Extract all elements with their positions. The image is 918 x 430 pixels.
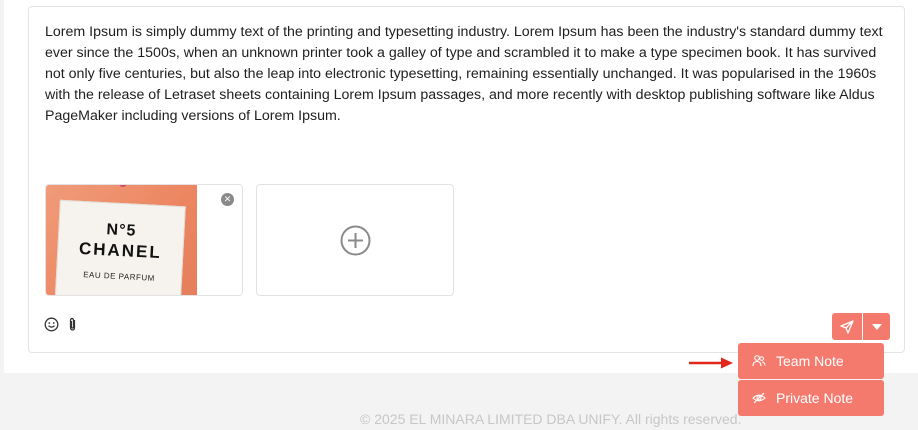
menu-item-private-note[interactable]: Private Note	[738, 380, 884, 416]
add-attachment-button[interactable]	[256, 184, 454, 296]
eye-off-icon	[752, 391, 766, 405]
send-button-group	[832, 313, 890, 340]
message-body[interactable]: Lorem Ipsum is simply dummy text of the …	[45, 22, 885, 127]
compose-panel: Lorem Ipsum is simply dummy text of the …	[4, 0, 918, 373]
attachment-thumbnail[interactable]: N°5 CHANEL EAU DE PARFUM ✕	[45, 184, 243, 296]
pin-decoration	[119, 185, 127, 187]
send-options-menu: Team Note Private Note	[738, 343, 884, 417]
footer-copyright: © 2025 EL MINARA LIMITED DBA UNIFY. All …	[360, 411, 742, 427]
plus-circle-icon	[340, 225, 370, 255]
close-icon: ✕	[223, 194, 232, 204]
team-icon	[752, 354, 766, 368]
attachment-image: N°5 CHANEL EAU DE PARFUM	[46, 185, 197, 295]
send-icon	[840, 319, 854, 334]
label-line-3: EAU DE PARFUM	[82, 270, 156, 283]
menu-item-label: Private Note	[776, 390, 854, 406]
menu-item-team-note[interactable]: Team Note	[738, 343, 884, 379]
paperclip-icon	[69, 317, 76, 331]
message-editor[interactable]: Lorem Ipsum is simply dummy text of the …	[28, 6, 905, 353]
attach-button[interactable]	[67, 317, 79, 337]
perfume-label: N°5 CHANEL EAU DE PARFUM	[54, 199, 186, 295]
send-options-dropdown[interactable]	[863, 313, 890, 340]
menu-item-label: Team Note	[776, 353, 844, 369]
emoji-button[interactable]	[44, 317, 59, 337]
smiley-icon	[44, 317, 59, 332]
caret-down-icon	[871, 323, 882, 330]
send-button[interactable]	[832, 313, 862, 340]
red-arrow-icon	[689, 357, 733, 369]
remove-attachment-button[interactable]: ✕	[221, 193, 234, 206]
